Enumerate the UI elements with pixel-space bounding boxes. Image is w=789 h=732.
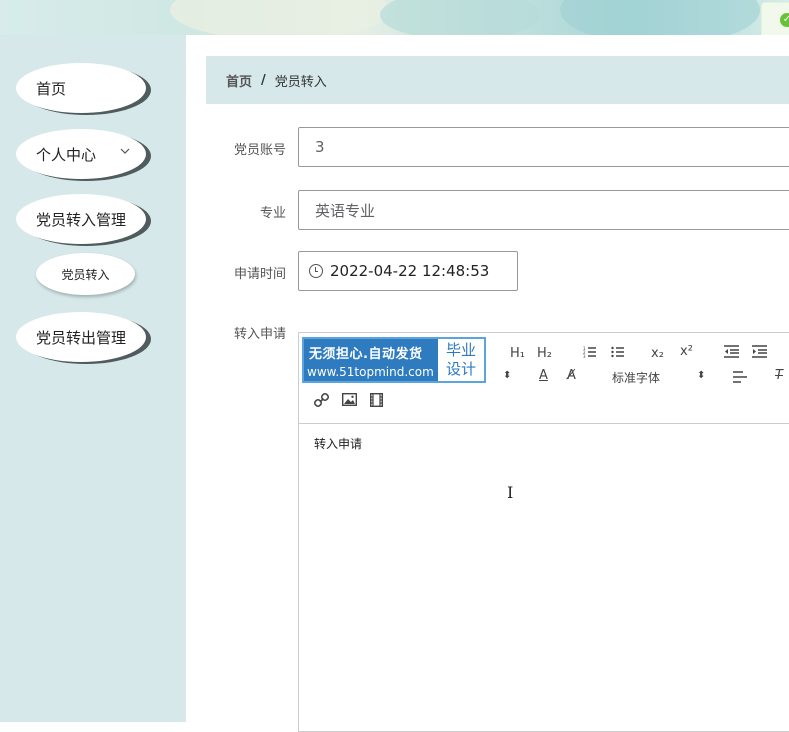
sidebar-item-personal-center[interactable]: 个人中心 <box>16 129 146 179</box>
subscript-button[interactable]: x₂ <box>651 346 664 361</box>
breadcrumb-separator: / <box>261 72 266 88</box>
sidebar-item-label: 个人中心 <box>36 145 97 164</box>
video-icon[interactable] <box>369 392 384 411</box>
watermark-badge-line1: 毕业 <box>445 341 476 359</box>
clear-format-icon[interactable]: T <box>775 368 783 383</box>
outdent-icon[interactable] <box>724 345 739 362</box>
breadcrumb-current: 党员转入 <box>274 74 327 90</box>
major-field[interactable]: 英语专业 <box>298 190 789 230</box>
link-icon[interactable] <box>313 392 330 412</box>
sidebar-item-home[interactable]: 首页 <box>16 63 146 113</box>
clock-icon <box>309 264 323 278</box>
top-banner: ✓ <box>0 0 789 35</box>
align-icon[interactable] <box>733 371 747 387</box>
main-content: 首页 / 党员转入 党员账号 3 专业 英语专业 申请时间 2022-04-22… <box>186 35 789 732</box>
heading2-button[interactable]: H₂ <box>537 346 552 361</box>
font-color-icon[interactable]: A <box>539 368 548 383</box>
watermark-logo: 无须担心.自动发货 www.51topmind.com 毕业 设计 <box>302 337 486 383</box>
application-label: 转入申请 <box>233 327 286 342</box>
heading1-button[interactable]: H₁ <box>510 346 525 361</box>
sidebar-subitem-transfer-in[interactable]: 党员转入 <box>36 253 135 295</box>
apply-time-value: 2022-04-22 12:48:53 <box>330 262 490 280</box>
apply-time-label: 申请时间 <box>233 267 286 282</box>
check-icon: ✓ <box>780 13 789 27</box>
svg-text:3: 3 <box>583 354 586 359</box>
indent-icon[interactable] <box>752 345 767 362</box>
ordered-list-icon[interactable]: 123 <box>583 345 597 363</box>
account-label: 党员账号 <box>233 143 286 158</box>
editor-content[interactable]: 转入申请 <box>314 435 362 452</box>
breadcrumb-home[interactable]: 首页 <box>226 71 252 90</box>
watermark-badge-line2: 设计 <box>445 360 476 378</box>
font-family-select[interactable]: 标准字体 <box>612 369 660 386</box>
sidebar-subitem-label: 党员转入 <box>61 267 110 282</box>
success-notification: ✓ <box>761 2 789 35</box>
watermark-line2: www.51topmind.com <box>307 365 434 379</box>
text-cursor-icon: I <box>507 483 514 502</box>
major-label: 专业 <box>259 206 286 221</box>
bullet-list-icon[interactable] <box>611 345 625 363</box>
account-value: 3 <box>315 138 325 156</box>
watermark-line1: 无须担心.自动发货 <box>309 347 423 362</box>
background-color-icon[interactable]: A̸ <box>567 368 576 383</box>
account-field[interactable]: 3 <box>298 127 789 167</box>
sidebar-item-label: 首页 <box>36 79 67 98</box>
major-value: 英语专业 <box>315 201 376 220</box>
apply-time-picker[interactable]: 2022-04-22 12:48:53 <box>298 251 518 291</box>
image-icon[interactable] <box>341 392 358 410</box>
watermark-badge: 毕业 设计 <box>438 339 484 381</box>
sidebar-item-transfer-out-management[interactable]: 党员转出管理 <box>16 312 146 362</box>
sidebar-item-label: 党员转入管理 <box>36 210 127 229</box>
font-select-arrow-icon[interactable]: ⬍ <box>697 370 705 381</box>
size-select-arrow-icon[interactable]: ⬍ <box>503 370 511 381</box>
sidebar-item-label: 党员转出管理 <box>36 328 127 347</box>
sidebar: 首页 个人中心 党员转入管理 党员转入 党员转出管理 <box>0 35 186 722</box>
chevron-down-icon <box>120 145 130 158</box>
rich-text-editor[interactable]: H₁ H₂ 123 x₂ x² ⬍ A A̸ 标准字体 ⬍ T 转入申请 <box>298 332 789 732</box>
superscript-button[interactable]: x² <box>680 344 693 359</box>
breadcrumb: 首页 / 党员转入 <box>206 56 789 104</box>
sidebar-item-transfer-in-management[interactable]: 党员转入管理 <box>16 194 146 244</box>
